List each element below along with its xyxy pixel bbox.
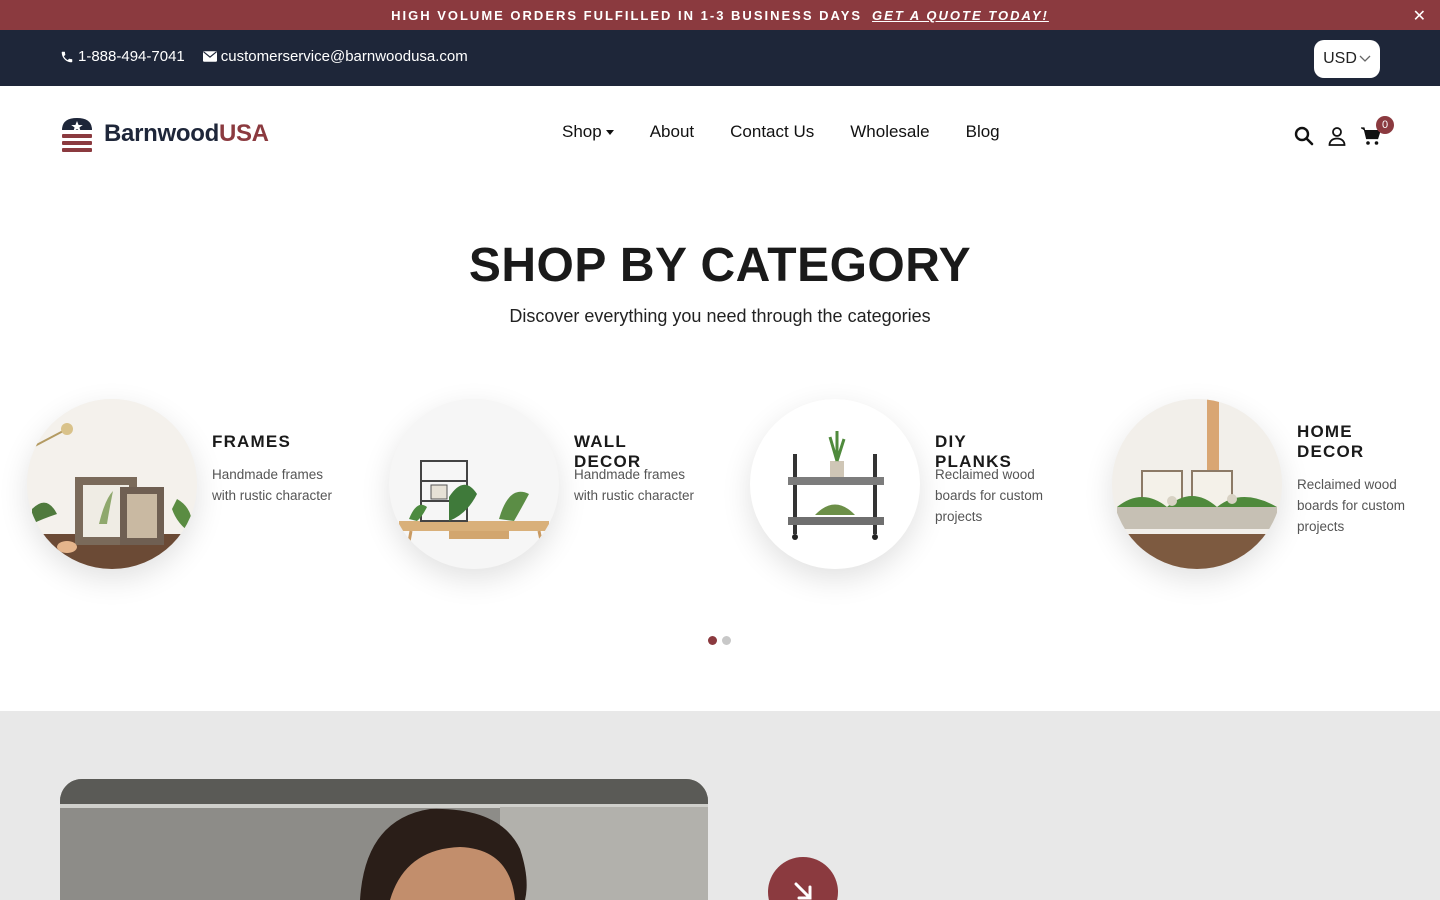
featured-section (0, 711, 1440, 900)
carousel-dot-1[interactable] (708, 636, 717, 645)
phone-number: 1-888-494-7041 (78, 48, 185, 65)
contact-info: 1-888-494-7041 customerservice@barnwoodu… (60, 48, 486, 65)
carousel-pagination (708, 636, 736, 645)
nav-shop[interactable]: Shop (562, 122, 614, 142)
account-icon[interactable] (1328, 126, 1346, 151)
cart-icon[interactable]: 0 (1360, 116, 1394, 151)
category-home-decor-title-line1: HOME (1297, 422, 1353, 441)
category-home-decor-title[interactable]: HOME DECOR (1297, 422, 1364, 462)
flag-logo-icon (62, 118, 92, 152)
category-wall-decor-image[interactable] (389, 399, 559, 569)
header-actions: 0 (1280, 116, 1394, 151)
category-frames-title[interactable]: FRAMES (212, 432, 291, 452)
category-diy-planks-image[interactable] (750, 399, 920, 569)
section-title: SHOP BY CATEGORY (468, 239, 972, 292)
nav-blog[interactable]: Blog (966, 122, 1000, 142)
carousel-dot-2[interactable] (722, 636, 731, 645)
arrow-down-right-icon (794, 882, 812, 900)
search-icon[interactable] (1294, 126, 1314, 151)
email-link[interactable]: customerservice@barnwoodusa.com (202, 48, 468, 65)
chevron-down-icon (1359, 55, 1371, 62)
brand-logo[interactable]: BarnwoodUSA (60, 116, 269, 152)
get-quote-link[interactable]: GET A QUOTE TODAY! (872, 8, 1049, 23)
nav-about[interactable]: About (650, 122, 694, 142)
nav-contact-us[interactable]: Contact Us (730, 122, 814, 142)
close-icon[interactable]: ✕ (1413, 6, 1428, 26)
currency-value: USD (1323, 50, 1357, 67)
contact-bar: 1-888-494-7041 customerservice@barnwoodu… (0, 30, 1440, 86)
category-frames-image[interactable] (27, 399, 197, 569)
phone-link[interactable]: 1-888-494-7041 (60, 48, 185, 65)
envelope-icon (202, 51, 217, 62)
category-diy-planks-description: Reclaimed wood boards for custom project… (935, 467, 1044, 524)
featured-photo (60, 779, 708, 900)
brand-name: BarnwoodUSA (104, 120, 269, 148)
email-address: customerservice@barnwoodusa.com (220, 48, 468, 65)
caret-down-icon (605, 129, 614, 135)
main-nav: Shop About Contact Us Wholesale Blog (562, 122, 1036, 142)
nav-wholesale[interactable]: Wholesale (850, 122, 929, 142)
arrow-down-right-button[interactable] (768, 857, 838, 900)
category-home-decor-image[interactable] (1112, 399, 1282, 569)
nav-shop-label: Shop (562, 122, 602, 141)
brand-name-part2: USA (218, 120, 269, 147)
site-header: BarnwoodUSA Shop About Contact Us Wholes… (0, 86, 1440, 181)
section-subtitle: Discover everything you need through the… (509, 306, 931, 326)
category-home-decor-title-line2: DECOR (1297, 442, 1365, 461)
cart-count-badge: 0 (1376, 116, 1394, 134)
category-wall-decor-description: Handmade frames with rustic character (574, 467, 695, 503)
announcement-bar: HIGH VOLUME ORDERS FULFILLED IN 1-3 BUSI… (0, 0, 1440, 30)
category-home-decor-description: Reclaimed wood boards for custom project… (1297, 477, 1406, 534)
brand-name-part1: Barnwood (104, 120, 219, 147)
announcement-text: HIGH VOLUME ORDERS FULFILLED IN 1-3 BUSI… (391, 7, 863, 23)
category-frames-description: Handmade frames with rustic character (212, 467, 333, 503)
phone-icon (61, 51, 73, 62)
currency-selector[interactable]: USD (1314, 40, 1380, 78)
